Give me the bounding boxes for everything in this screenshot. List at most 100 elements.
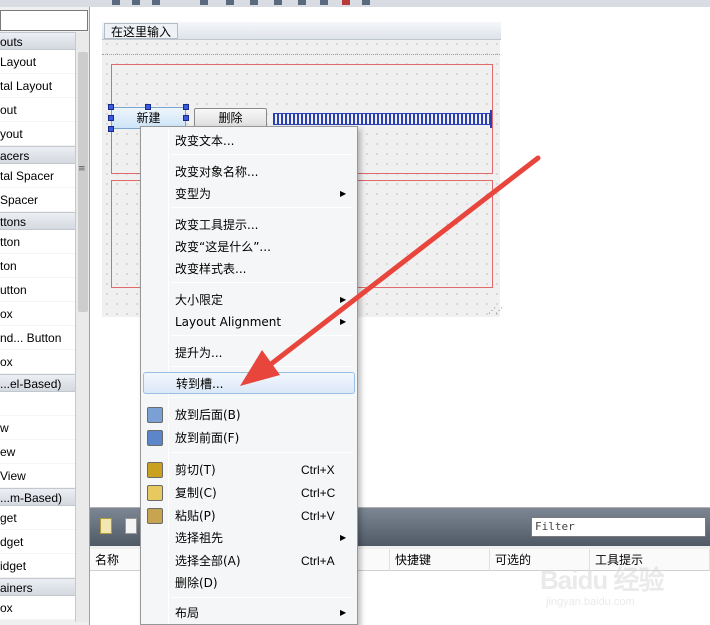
widget-item[interactable]: tal Layout (0, 74, 75, 98)
selection-handle[interactable] (145, 104, 151, 110)
menu-separator (171, 366, 353, 367)
menu-separator (171, 452, 353, 453)
resize-grip-icon[interactable]: ⋰⋰ (488, 306, 503, 315)
bring-front-icon (147, 430, 163, 446)
widget-category[interactable]: ...m-Based) (0, 488, 75, 506)
menu-item-label: Layout Alignment (175, 315, 282, 329)
toolbar-icon[interactable] (152, 0, 160, 5)
menu-item-shortcut: Ctrl+C (301, 486, 336, 500)
widget-category[interactable]: outs (0, 32, 75, 50)
widget-item[interactable]: tal Spacer (0, 164, 75, 188)
toolbar-icon[interactable] (112, 0, 120, 5)
widget-item[interactable]: yout (0, 122, 75, 146)
toolbar (90, 0, 710, 7)
context-menu-item[interactable]: 改变文本... (143, 130, 355, 152)
new-action-icon[interactable] (100, 518, 112, 534)
context-menu-item[interactable]: Layout Alignment ▶ (143, 311, 355, 333)
menu-item-label: 剪切(T) (175, 463, 216, 477)
selection-handle[interactable] (183, 104, 189, 110)
menu-item-shortcut: Ctrl+A (301, 554, 335, 568)
selection-handle[interactable] (108, 126, 114, 132)
toolbar-icon[interactable] (320, 0, 328, 5)
submenu-arrow-icon: ▶ (340, 533, 347, 542)
menu-item-label: 布局 (175, 606, 200, 620)
menu-separator (171, 335, 353, 336)
context-menu-item[interactable]: 粘贴(P) Ctrl+V (143, 505, 355, 527)
context-menu: 改变文本... 改变对象名称... 变型为 ▶ 改变工具提示... 改变“这是什么”...… (140, 126, 358, 625)
widget-item[interactable]: get (0, 506, 75, 530)
context-menu-item[interactable]: 布局 ▶ (143, 602, 355, 624)
selection-handle[interactable] (108, 104, 114, 110)
column-shortcut[interactable]: 快捷键 (390, 549, 490, 571)
widget-item[interactable]: Layout (0, 50, 75, 74)
context-menu-item[interactable]: 改变对象名称... (143, 161, 355, 183)
toolbar-icon[interactable] (200, 0, 208, 5)
context-menu-item[interactable]: 复制(C) Ctrl+C (143, 482, 355, 504)
widget-item[interactable]: w (0, 416, 75, 440)
menu-item-label: 提升为... (175, 346, 223, 360)
toolbar-icon[interactable] (298, 0, 306, 5)
context-menu-item[interactable]: 选择全部(A) Ctrl+A (143, 550, 355, 572)
watermark-url: jingyan.baidu.com (546, 596, 635, 608)
context-menu-item[interactable]: 放到前面(F) (143, 427, 355, 449)
toolbar-icon[interactable] (274, 0, 282, 5)
context-menu-item[interactable]: 选择祖先 ▶ (143, 527, 355, 549)
context-menu-item[interactable]: 大小限定 ▶ (143, 289, 355, 311)
toolbar-icon[interactable] (226, 0, 234, 5)
widget-item[interactable]: Spacer (0, 188, 75, 212)
scissors-icon (147, 462, 163, 478)
context-menu-item[interactable]: 放到后面(B) (143, 404, 355, 426)
toolbar-icon[interactable] (362, 0, 370, 5)
menu-item-label: 放到前面(F) (175, 431, 240, 445)
widget-item[interactable]: utton (0, 278, 75, 302)
menu-item-label: 改变样式表... (175, 262, 247, 276)
scroll-thumb[interactable] (78, 52, 88, 312)
menu-separator (171, 282, 353, 283)
menu-item-label: 变型为 (175, 187, 212, 201)
widget-box: outs Layout tal Layout out yout acers tal Spa… (0, 7, 90, 625)
context-menu-item[interactable]: 变型为 ▶ (143, 183, 355, 205)
widget-item[interactable]: ox (0, 350, 75, 374)
widget-category[interactable]: ttons (0, 212, 75, 230)
widget-item[interactable] (0, 392, 75, 416)
widget-scrollbar[interactable]: ≡ (75, 32, 89, 622)
toolbar-icon[interactable] (342, 0, 350, 5)
widget-item[interactable]: nd... Button (0, 326, 75, 350)
widget-category[interactable]: ...el-Based) (0, 374, 75, 392)
widget-list: outs Layout tal Layout out yout acers tal Spa… (0, 32, 75, 620)
menu-item-label: 改变对象名称... (175, 165, 259, 179)
widget-filter-input[interactable] (0, 10, 88, 31)
widget-item[interactable]: ton (0, 254, 75, 278)
context-menu-item[interactable]: 提升为... (143, 342, 355, 364)
widget-item[interactable]: dget (0, 530, 75, 554)
context-menu-item[interactable]: 改变“这是什么”... (143, 236, 355, 258)
context-menu-item[interactable]: 删除(D) (143, 572, 355, 594)
widget-category[interactable]: acers (0, 146, 75, 164)
copy-action-icon[interactable] (125, 518, 137, 534)
widget-category[interactable]: ainers (0, 578, 75, 596)
menu-type-here[interactable]: 在这里输入 (104, 23, 179, 39)
widget-item[interactable]: View (0, 464, 75, 488)
submenu-arrow-icon: ▶ (340, 189, 347, 198)
selection-handle[interactable] (183, 115, 189, 121)
menu-item-label: 选择祖先 (175, 531, 224, 545)
context-menu-item[interactable]: 改变工具提示... (143, 214, 355, 236)
spacer-end (490, 110, 492, 128)
filter-input[interactable]: Filter (531, 517, 706, 537)
widget-item[interactable]: ox (0, 302, 75, 326)
context-menu-item[interactable]: 剪切(T) Ctrl+X (143, 459, 355, 481)
widget-item[interactable]: tton (0, 230, 75, 254)
widget-item[interactable]: ew (0, 440, 75, 464)
widget-item[interactable]: ox (0, 596, 75, 620)
menu-separator (171, 397, 353, 398)
toolbar-left (0, 0, 90, 7)
widget-item[interactable]: idget (0, 554, 75, 578)
menu-item-shortcut: Ctrl+X (301, 463, 335, 477)
horizontal-spacer[interactable] (273, 113, 491, 125)
context-menu-item[interactable]: 改变样式表... (143, 258, 355, 280)
toolbar-icon[interactable] (132, 0, 140, 5)
widget-item[interactable]: out (0, 98, 75, 122)
selection-handle[interactable] (108, 115, 114, 121)
context-menu-item[interactable]: 转到槽... (143, 372, 355, 394)
toolbar-icon[interactable] (250, 0, 258, 5)
